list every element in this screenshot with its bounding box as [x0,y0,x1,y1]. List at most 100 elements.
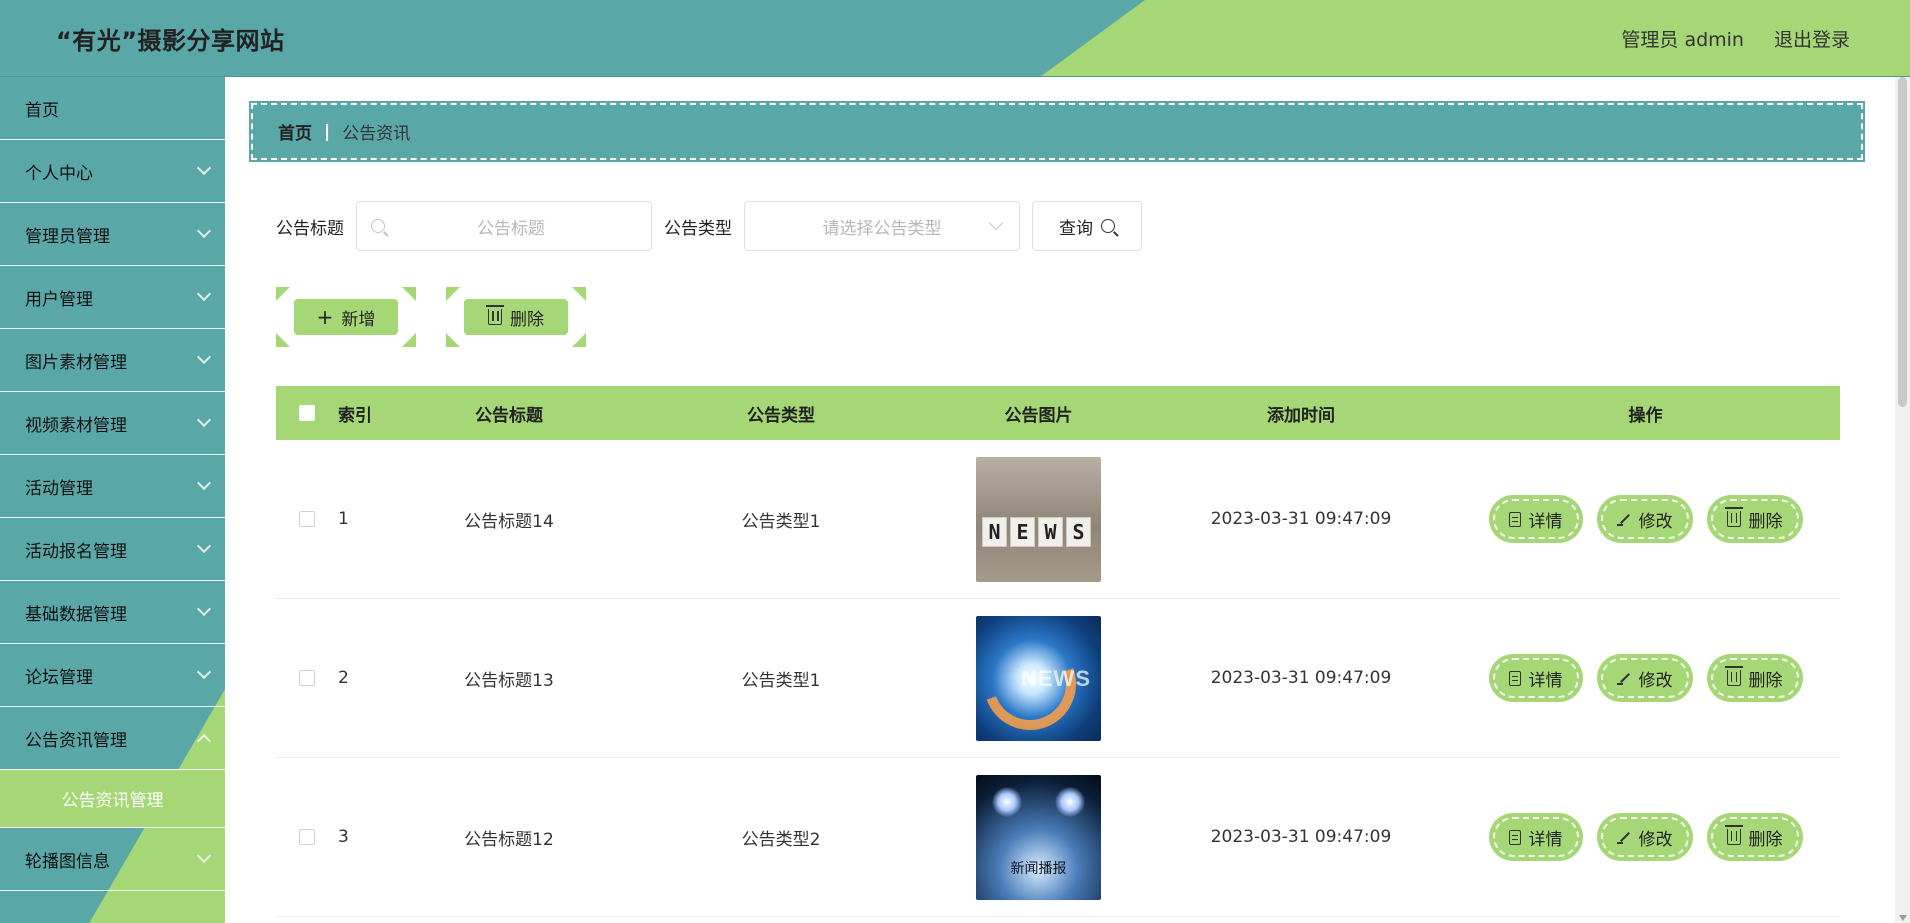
sidebar-item-label: 个人中心 [25,163,93,184]
query-button[interactable]: 查询 [1032,201,1142,251]
sidebar-item-activity-management[interactable]: 活动管理 [0,455,225,518]
bulk-delete-button[interactable]: 删除 [446,287,586,347]
delete-button[interactable]: 删除 [1706,495,1803,543]
header-user-area: 管理员 admin 退出登录 [1621,0,1850,76]
search-icon [1101,219,1115,233]
add-button[interactable]: + 新增 [276,287,416,347]
title-filter-label: 公告标题 [276,218,344,239]
sidebar-item-video-materials[interactable]: 视频素材管理 [0,392,225,455]
row-checkbox[interactable] [299,670,315,686]
trash-icon [486,305,504,325]
table-header: 索引 公告标题 公告类型 公告图片 添加时间 操作 [276,386,1840,440]
chevron-down-icon [196,223,212,239]
edit-icon [1616,671,1631,685]
row-actions: 详情 修改 删除 [1451,495,1840,543]
sidebar-item-forum-management[interactable]: 论坛管理 [0,644,225,707]
sidebar-item-label: 管理员管理 [25,226,110,247]
row-select[interactable] [276,670,338,686]
sidebar-item-admin-management[interactable]: 管理员管理 [0,203,225,266]
row-title: 公告标题13 [464,670,554,691]
chevron-down-icon [196,664,212,680]
edit-button[interactable]: 修改 [1596,813,1693,861]
sidebar-item-personal-center[interactable]: 个人中心 [0,140,225,203]
sidebar-item-label: 公告资讯管理 [25,730,127,751]
detail-button-label: 详情 [1528,829,1563,850]
stage-image-text: 新闻播报 [1010,860,1067,877]
select-all-checkbox[interactable] [299,405,315,421]
sidebar-item-user-management[interactable]: 用户管理 [0,266,225,329]
decor-corner [276,333,290,347]
logout-link[interactable]: 退出登录 [1774,25,1850,52]
edit-icon [1616,512,1631,526]
header-select-all[interactable] [276,405,338,421]
row-type: 公告类型2 [741,829,821,850]
bulk-delete-button-inner: 删除 [464,299,568,335]
row-select[interactable] [276,511,338,527]
scrollbar-thumb[interactable] [1898,77,1907,407]
delete-button-label: 删除 [1748,829,1783,850]
type-select-placeholder: 请选择公告类型 [822,218,942,239]
page-scrollbar[interactable] [1895,77,1910,923]
sidebar-item-announcements[interactable]: 公告资讯管理 [0,707,225,770]
add-button-inner: + 新增 [294,299,398,335]
detail-button[interactable]: 详情 [1488,495,1583,543]
sidebar-item-home[interactable]: 首页 [0,77,225,140]
chevron-down-icon [196,848,212,864]
news-image-text: NEWS [1021,665,1091,691]
delete-button[interactable]: 删除 [1706,813,1803,861]
query-button-label: 查询 [1059,218,1093,239]
sidebar-item-label: 图片素材管理 [25,352,127,373]
header-type: 公告类型 [747,405,815,426]
detail-button[interactable]: 详情 [1488,813,1583,861]
breadcrumb-separator: | [324,121,331,142]
trash-icon [1724,825,1743,845]
sidebar-item-label: 活动报名管理 [25,541,127,562]
sidebar-item-carousel[interactable]: 轮播图信息 [0,828,225,891]
decor-corner [572,287,586,301]
decor-corner [446,333,460,347]
row-actions: 详情 修改 删除 [1451,654,1840,702]
chevron-down-icon [196,412,212,428]
main-content: 首页 | 公告资讯 公告标题 公告标题 公告类型 请选择公告类型 查询 + 新增 [225,77,1895,923]
letter-cube: W [1038,516,1063,547]
edit-button-label: 修改 [1638,511,1673,532]
detail-button[interactable]: 详情 [1488,654,1583,702]
row-checkbox[interactable] [299,511,315,527]
sidebar-item-image-materials[interactable]: 图片素材管理 [0,329,225,392]
row-image-cell: 新闻播报 [926,774,1151,900]
row-time: 2023-03-31 09:47:09 [1210,668,1392,688]
row-index: 2 [338,668,349,688]
edit-button-label: 修改 [1638,829,1673,850]
document-icon [1508,511,1521,527]
sidebar-item-label: 基础数据管理 [25,604,127,625]
type-select[interactable]: 请选择公告类型 [744,201,1020,251]
document-icon [1508,829,1521,845]
admin-user-link[interactable]: 管理员 admin [1621,25,1744,52]
sidebar-item-activity-registration[interactable]: 活动报名管理 [0,518,225,581]
table-row: 3 公告标题12 公告类型2 新闻播报 2023-03-31 09:47:09 … [276,758,1840,917]
scroll-down-arrow-icon[interactable] [1899,915,1907,921]
detail-button-label: 详情 [1528,670,1563,691]
delete-button[interactable]: 删除 [1706,654,1803,702]
table-row: 2 公告标题13 公告类型1 NEWS 2023-03-31 09:47:09 … [276,599,1840,758]
sidebar-item-label: 论坛管理 [25,667,93,688]
breadcrumb-home[interactable]: 首页 [278,119,312,144]
search-icon [371,219,385,233]
row-image-cell: NEWS [926,615,1151,741]
edit-button[interactable]: 修改 [1596,654,1693,702]
header-index: 索引 [338,405,372,426]
chevron-up-icon [196,733,212,749]
decor-corner [276,287,290,301]
top-header: “有光”摄影分享网站 管理员 admin 退出登录 [0,0,1910,77]
sidebar-subitem-announcements[interactable]: 公告资讯管理 [0,770,225,828]
row-select[interactable] [276,829,338,845]
title-search-input[interactable]: 公告标题 [356,201,652,251]
document-icon [1508,670,1521,686]
filters-bar: 公告标题 公告标题 公告类型 请选择公告类型 查询 [276,201,1142,251]
header-image: 公告图片 [1004,405,1073,426]
row-title: 公告标题14 [464,511,554,532]
row-checkbox[interactable] [299,829,315,845]
edit-button-label: 修改 [1638,670,1673,691]
sidebar-item-basic-data[interactable]: 基础数据管理 [0,581,225,644]
edit-button[interactable]: 修改 [1596,495,1693,543]
